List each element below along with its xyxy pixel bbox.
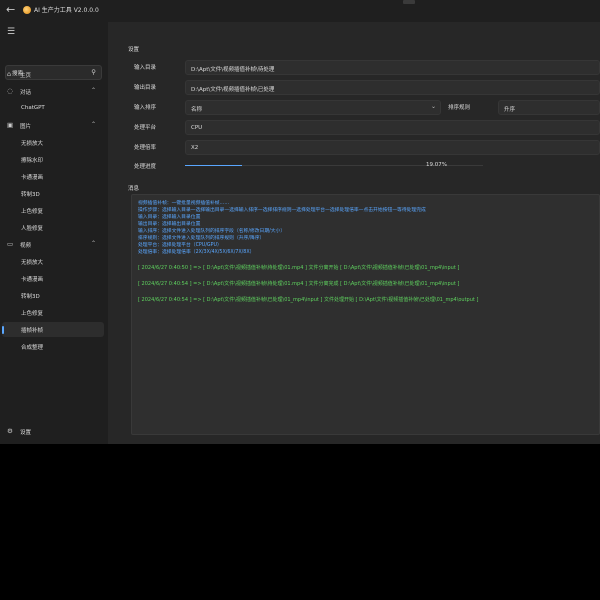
message-log[interactable]: 视频插值补帧：一键批量视频插值补帧…… 操作步骤：选择输入目录—选择输出目录—选… [131,194,600,435]
app-logo [23,6,31,14]
output-dir-label: 输出目录 [134,85,157,91]
sidebar-item-label: 设置 [20,430,32,436]
sidebar-item-label: 插帧补帧 [21,328,44,334]
chevron-up-icon: ⌃ [90,121,96,128]
sidebar-item-label: 转制3D [21,192,40,198]
sidebar-item-face-restore[interactable]: 人脸修复 [2,220,104,235]
sort-value: 名称 [191,106,203,113]
sidebar-item-compose[interactable]: 合成整理 [2,339,104,354]
sidebar-item-label: 卡通漫画 [21,277,44,283]
multiplier-value: X2 [191,144,199,151]
app-title: AI 生产力工具 V2.0.0.0 [34,7,99,14]
sidebar-item-label: 无损放大 [21,141,44,147]
log-info-line: 输入排序：选择文件进入处理队列的排序字段（名称/修改日期/大小） [138,229,286,234]
app-window: ← AI 生产力工具 V2.0.0.0 ☰ 搜索 ⚲ ⌂ 主页 ◌ 对话 ⌃ C… [0,0,600,444]
image-icon: ▣ [7,121,14,129]
sidebar-item-watermark-removal[interactable]: 擦除水印 [2,152,104,167]
gear-icon: ⚙ [7,427,13,435]
log-success-line: [ 2024/6/27 0:40:50 ] => [ D:\Apt\文件\视频插… [138,265,460,271]
sidebar-item-video-cartoon[interactable]: 卡通漫画 [2,271,104,286]
chevron-up-icon: ⌃ [90,240,96,247]
sidebar-item-label: 上色修复 [21,209,44,215]
sort-select[interactable]: 名称 ⌄ [185,100,441,115]
sidebar-item-video-upscale[interactable]: 无损放大 [2,254,104,269]
log-info-line: 输出目录：选择输出目录位置 [138,222,201,227]
platform-value: CPU [191,124,203,131]
log-info-line: 输入目录：选择输入目录位置 [138,215,201,220]
sidebar-item-video-3d[interactable]: 转制3D [2,288,104,303]
sidebar-item-chat[interactable]: ◌ 对话 ⌃ [2,84,104,99]
sort-rule-label: 排序规则 [448,105,471,111]
video-icon: ▭ [7,240,14,248]
sidebar-item-label: ChatGPT [21,105,45,111]
sidebar-item-label: 图片 [20,124,32,130]
progress-percent: 19.07% [426,162,447,168]
sidebar-item-home[interactable]: ⌂ 主页 [2,67,104,82]
chevron-up-icon: ⌃ [90,87,96,94]
chat-icon: ◌ [7,87,13,95]
sidebar: ☰ 搜索 ⚲ ⌂ 主页 ◌ 对话 ⌃ ChatGPT ▣ 图片 ⌃ 无损放大 擦… [0,22,108,444]
log-info-line: 操作步骤：选择输入目录—选择输出目录—选择输入排序—选择排序规则—选择处理平台—… [138,208,426,213]
title-bar: ← AI 生产力工具 V2.0.0.0 [0,0,600,22]
log-info-line: 处理倍率：选择处理倍率（2X/3X/4X/5X/6X/7X/8X） [138,250,255,255]
sidebar-item-label: 对话 [20,90,32,96]
sidebar-item-label: 无损放大 [21,260,44,266]
sidebar-item-video[interactable]: ▭ 视频 ⌃ [2,237,104,252]
sidebar-item-image-colorize[interactable]: 上色修复 [2,203,104,218]
sidebar-item-label: 合成整理 [21,345,44,351]
arrow-left-icon[interactable]: ← [6,4,15,16]
sidebar-item-settings[interactable]: ⚙ 设置 [2,424,104,439]
main-content: 设置 输入目录 D:\Apt\文件\视频插值补帧\待处理 输出目录 D:\Apt… [108,22,600,444]
sort-rule-value: 升序 [504,106,516,113]
progress-label: 处理进度 [134,164,157,170]
sort-label: 输入排序 [134,105,157,111]
settings-section-title: 设置 [128,47,140,53]
output-dir-field[interactable]: D:\Apt\文件\视频插值补帧\已处理 [185,80,600,95]
home-icon: ⌂ [7,70,12,78]
sidebar-item-label: 上色修复 [21,311,44,317]
sidebar-item-label: 擦除水印 [21,158,44,164]
menu-icon[interactable]: ☰ [7,27,15,37]
selected-indicator [2,326,4,334]
sidebar-item-chatgpt[interactable]: ChatGPT [2,101,104,116]
input-dir-value: D:\Apt\文件\视频插值补帧\待处理 [191,66,275,73]
log-info-line: 视频插值补帧：一键批量视频插值补帧…… [138,201,230,206]
sidebar-item-frame-interpolation[interactable]: 插帧补帧 [2,322,104,337]
platform-select[interactable]: CPU [185,120,600,135]
sidebar-item-image-upscale[interactable]: 无损放大 [2,135,104,150]
output-dir-value: D:\Apt\文件\视频插值补帧\已处理 [191,86,275,93]
sidebar-item-image-3d[interactable]: 转制3D [2,186,104,201]
sidebar-item-label: 卡通漫画 [21,175,44,181]
log-success-line: [ 2024/6/27 0:40:54 ] => [ D:\Apt\文件\视频插… [138,281,460,287]
platform-label: 处理平台 [134,125,157,131]
messages-section-title: 消息 [128,186,140,192]
sidebar-item-label: 人脸修复 [21,226,44,232]
chevron-down-icon: ⌄ [430,103,436,110]
sidebar-item-label: 视频 [20,243,32,249]
input-dir-label: 输入目录 [134,65,157,71]
sidebar-item-label: 主页 [20,73,32,79]
input-dir-field[interactable]: D:\Apt\文件\视频插值补帧\待处理 [185,60,600,75]
sidebar-item-label: 转制3D [21,294,40,300]
multiplier-label: 处理倍率 [134,145,157,151]
log-info-line: 排序规则：选择文件进入处理队列的排序规则（升序/降序） [138,236,265,241]
log-info-line: 处理平台：选择处理平台（CPU/GPU） [138,243,222,248]
sidebar-item-image-cartoon[interactable]: 卡通漫画 [2,169,104,184]
window-drag-handle[interactable] [403,0,415,4]
progress-fill [185,165,242,166]
sidebar-item-image[interactable]: ▣ 图片 ⌃ [2,118,104,133]
log-success-line: [ 2024/6/27 0:40:54 ] => [ D:\Apt\文件\视频插… [138,297,479,303]
sort-rule-select[interactable]: 升序 [498,100,600,115]
sidebar-item-video-colorize[interactable]: 上色修复 [2,305,104,320]
multiplier-select[interactable]: X2 [185,140,600,155]
